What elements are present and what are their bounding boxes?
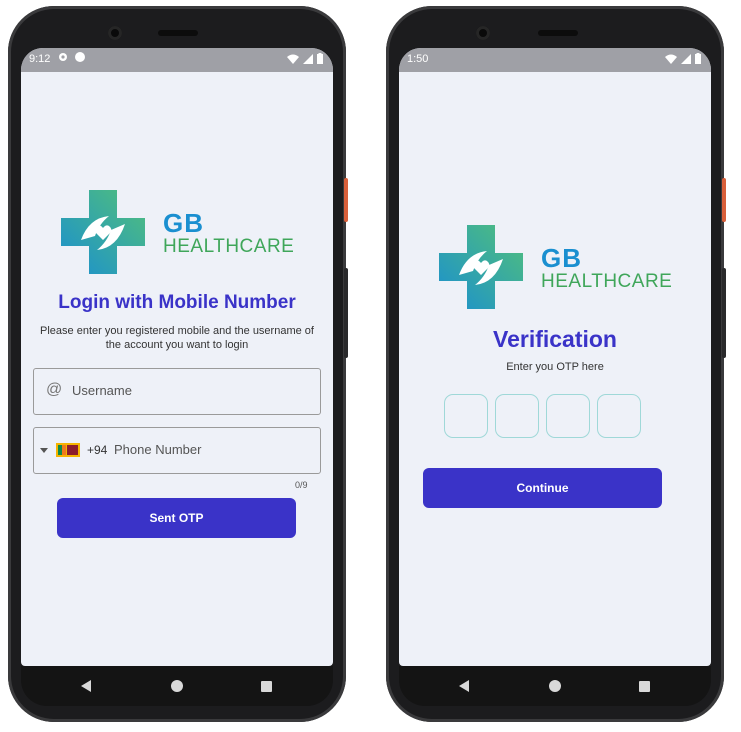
page-subtitle: Enter you OTP here [506,361,604,373]
country-code: +94 [87,443,108,457]
screen-left: 9:12 GB HEALTHCARE Login with Mobile Num… [21,48,333,666]
page-title: Verification [493,326,617,352]
back-icon[interactable] [81,680,91,692]
signal-icon [303,53,313,64]
home-icon[interactable] [549,680,561,692]
brand-gb-text: GB [541,243,582,273]
recent-apps-icon[interactable] [639,681,650,692]
page-title: Login with Mobile Number [58,292,296,313]
country-dropdown-caret-icon[interactable] [40,448,48,453]
otp-digit-4[interactable] [597,394,641,438]
brand-gb-text: GB [163,208,204,238]
otp-digit-1[interactable] [444,394,488,438]
status-bar: 1:50 [399,48,711,72]
settings-icon [57,51,69,66]
username-field[interactable]: @ Username [33,368,321,415]
gb-healthcare-logo-icon [439,225,523,309]
brand-healthcare-text: HEALTHCARE [163,236,295,257]
earpiece [538,30,578,36]
wifi-icon [665,54,677,64]
status-bar: 9:12 [21,48,333,72]
nav-bar [399,666,711,706]
username-placeholder: Username [72,383,132,398]
volume-button [344,268,348,358]
sri-lanka-flag-icon [56,443,80,457]
page-subtitle-line1: Please enter you registered mobile and t… [40,325,314,337]
power-button [344,178,348,222]
page-subtitle-line2: the account you want to login [105,339,249,351]
earpiece [158,30,198,36]
char-counter: 0/9 [295,480,308,490]
nav-bar [21,666,333,706]
notification-dot-icon [75,52,85,62]
front-camera [108,26,122,40]
screen-right: 1:50 GB HEALTHCARE Verification Enter yo… [399,48,711,666]
phone-number-field[interactable]: +94 Phone Number [33,427,321,474]
brand-healthcare-text: HEALTHCARE [541,271,673,292]
status-time: 1:50 [407,53,429,65]
wifi-icon [287,54,299,64]
power-button [722,178,726,222]
status-time: 9:12 [29,53,51,65]
front-camera [476,26,490,40]
at-sign-icon: @ [46,381,63,398]
sent-otp-button[interactable]: Sent OTP [57,498,296,538]
otp-digit-3[interactable] [546,394,590,438]
otp-digit-2[interactable] [495,394,539,438]
back-icon[interactable] [459,680,469,692]
phone-left: 9:12 GB HEALTHCARE Login with Mobile Num… [8,6,348,722]
battery-icon [695,53,701,64]
battery-icon [317,53,323,64]
phone-number-placeholder: Phone Number [114,442,202,457]
page-subtitle: Please enter you registered mobile and t… [27,324,327,352]
signal-icon [681,53,691,64]
home-icon[interactable] [171,680,183,692]
phone-right: 1:50 GB HEALTHCARE Verification Enter yo… [386,6,726,722]
continue-button[interactable]: Continue [423,468,662,508]
gb-healthcare-logo-icon [61,190,145,274]
volume-button [722,268,726,358]
recent-apps-icon[interactable] [261,681,272,692]
